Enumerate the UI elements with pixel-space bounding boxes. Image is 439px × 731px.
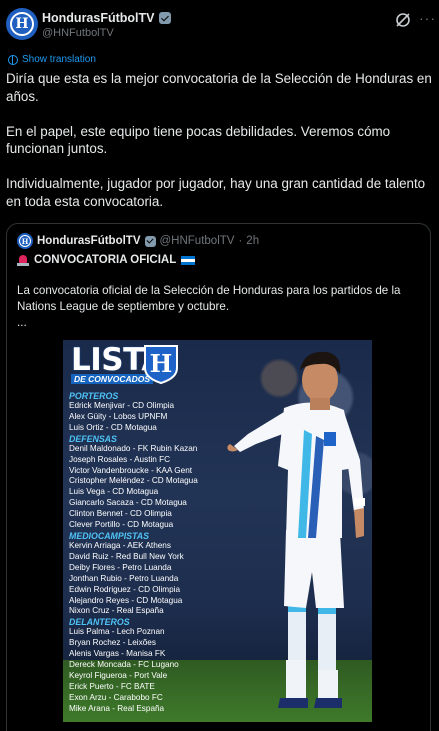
show-translation-label: Show translation <box>22 54 96 65</box>
roster-player: Edrick Menjivar - CD Olimpia <box>69 401 175 410</box>
roster-list: PORTEROS Edrick Menjivar - CD Olimpia Al… <box>69 391 239 715</box>
roster-player: Clever Portillo - CD Motagua <box>69 520 174 530</box>
grok-icon[interactable] <box>394 11 412 29</box>
roster-player: Alejandro Reyes - CD Motagua <box>69 595 183 605</box>
verified-badge-icon <box>158 12 171 24</box>
quoted-account-handle: @HNFutbolTV <box>159 235 235 247</box>
show-translation-link[interactable]: Show translation <box>8 54 96 65</box>
roster-player: Bryan Rochez - Leixões <box>69 638 156 648</box>
translate-icon <box>8 54 18 65</box>
crest-letter: H <box>150 349 173 378</box>
quoted-separator: · <box>238 235 243 247</box>
quoted-headline: CONVOCATORIA OFICIAL <box>34 254 177 266</box>
avatar-letter: H <box>10 12 34 36</box>
roster-section-title: MEDIOCAMPISTAS <box>69 530 149 541</box>
roster-player: Clinton Bennet - CD Olimpia <box>69 509 172 519</box>
tweet-text: Diría que esta es la mejor convocatoria … <box>6 70 433 228</box>
roster-player: Alex Güity - Lobos UPNFM <box>69 411 168 421</box>
verified-badge-icon <box>144 235 156 247</box>
name-row: HondurasFútbolTV <box>42 11 171 25</box>
roster-player: Exon Arzu - Carabobo FC <box>69 692 163 702</box>
roster-player: Keyrol Figueroa - Port Vale <box>69 670 168 680</box>
siren-emoji-icon <box>17 254 29 266</box>
roster-player: Alenis Vargas - Manisa FK <box>69 649 166 659</box>
quoted-avatar-letter: H <box>19 235 31 247</box>
roster-section-title: PORTEROS <box>69 391 119 401</box>
account-name[interactable]: HondurasFútbolTV <box>42 11 155 25</box>
roster-player: Denil Maldonado - FK Rubin Kazan <box>69 443 198 453</box>
roster-section-title: DELANTEROS <box>69 617 130 628</box>
honduras-crest-icon: H <box>144 345 178 384</box>
tweet-header: H HondurasFútbolTV @HNFutbolTV ··· <box>6 8 436 42</box>
quoted-headline-row: CONVOCATORIA OFICIAL <box>17 254 196 266</box>
honduras-flag-icon <box>181 255 196 265</box>
more-icon[interactable]: ··· <box>419 10 436 26</box>
roster-player: Edwin Rodriguez - CD Olimpia <box>69 584 181 594</box>
quoted-media-image[interactable]: LISTA DE CONVOCADOS H PORTEROS Edrick Me… <box>63 340 372 722</box>
account-handle[interactable]: @HNFutbolTV <box>42 27 114 39</box>
graphic-subtitle: DE CONVOCADOS <box>71 374 154 384</box>
avatar[interactable]: H <box>6 8 38 40</box>
quoted-body: La convocatoria oficial de la Selección … <box>17 284 401 313</box>
roster-player: Luis Palma - Lech Poznan <box>69 627 165 637</box>
roster-section-title: DEFENSAS <box>69 433 117 444</box>
roster-player: Deiby Flores - Petro Luanda <box>69 562 172 572</box>
roster-player: Luis Ortiz - CD Motagua <box>69 422 157 432</box>
roster-player: Joseph Rosales - Austin FC <box>69 454 171 464</box>
roster-player: David Ruiz - Red Bull New York <box>69 551 184 561</box>
roster-player: Luis Vega - CD Motagua <box>69 487 159 497</box>
roster-player: Cristopher Meléndez - CD Motagua <box>69 476 198 486</box>
roster-player: Victor Vandenbroucke - KAA Gent <box>69 465 193 475</box>
tweet-paragraph: Diría que esta es la mejor convocatoria … <box>6 71 432 104</box>
roster-player: Nixon Cruz - Real España <box>69 606 164 616</box>
quoted-tweet-header: H HondurasFútbolTV @HNFutbolTV · 2h <box>17 233 259 249</box>
quoted-account-name: HondurasFútbolTV <box>37 235 141 247</box>
roster-player: Dereck Moncada - FC Lugano <box>69 660 179 670</box>
roster-player: Erick Puerto - FC BATE <box>69 681 155 691</box>
quoted-ellipsis: ... <box>17 316 27 329</box>
tweet-paragraph: Individualmente, jugador por jugador, ha… <box>6 176 426 209</box>
tweet-paragraph: En el papel, este equipo tiene pocas deb… <box>6 123 391 157</box>
quoted-tweet[interactable]: H HondurasFútbolTV @HNFutbolTV · 2h CONV… <box>6 223 431 731</box>
roster-player: Mike Arana - Real España <box>69 703 165 713</box>
roster-player: Jonthan Rubio - Petro Luanda <box>69 573 179 583</box>
roster-player: Kervin Arriaga - AEK Athens <box>69 540 171 550</box>
roster-player: Giancarlo Sacaza - CD Motagua <box>69 498 187 508</box>
quoted-text: La convocatoria oficial de la Selección … <box>17 283 422 331</box>
quoted-avatar: H <box>17 233 33 249</box>
quoted-timestamp: 2h <box>246 235 260 247</box>
